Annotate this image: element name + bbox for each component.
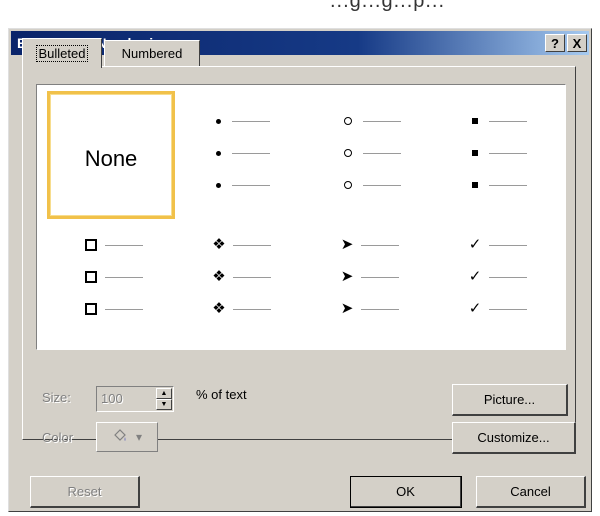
checkmark-icon: ✓	[468, 268, 482, 285]
bullet-line	[361, 244, 399, 246]
bullet-line	[363, 120, 401, 122]
chevron-down-icon: ▾	[135, 430, 143, 444]
filled-dot-icon	[216, 182, 221, 188]
four-diamond-icon: ❖	[212, 268, 226, 285]
bullet-style-four-diamond[interactable]: ❖ ❖ ❖	[175, 221, 303, 349]
spin-down-icon[interactable]: ▼	[156, 399, 172, 410]
filled-square-icon	[472, 118, 478, 124]
picture-button[interactable]: Picture...	[452, 384, 568, 416]
checkmark-icon: ✓	[468, 300, 482, 317]
cancel-button[interactable]: Cancel	[476, 476, 586, 508]
bullet-line	[489, 152, 527, 154]
hollow-square-icon	[85, 239, 97, 251]
bullet-line	[233, 244, 271, 246]
bullet-line	[233, 308, 271, 310]
arrowhead-icon: ➤	[340, 236, 354, 253]
bullet-style-filled-dot[interactable]	[175, 91, 303, 219]
bullet-line	[232, 120, 270, 122]
bullet-line	[489, 276, 527, 278]
size-spin-buttons: ▲ ▼	[156, 388, 172, 410]
color-picker-button[interactable]: ▾	[96, 422, 158, 452]
color-label: Color	[42, 430, 74, 445]
titlebar-buttons: ? X	[545, 34, 589, 52]
background-document-fragment: ...g...g...p...	[0, 0, 600, 28]
hollow-square-icon	[85, 271, 97, 283]
size-label: Size:	[42, 390, 71, 405]
bullet-style-filled-square[interactable]	[431, 91, 559, 219]
arrowhead-icon: ➤	[340, 300, 354, 317]
tab-bulleted[interactable]: Bulleted	[22, 38, 102, 68]
help-button[interactable]: ?	[545, 34, 565, 52]
checkmark-icon: ✓	[468, 236, 482, 253]
hollow-square-icon	[85, 303, 97, 315]
bullet-line	[361, 308, 399, 310]
four-diamond-icon: ❖	[212, 236, 226, 253]
bullet-line	[232, 152, 270, 154]
bullet-line	[233, 276, 271, 278]
bullet-line	[489, 184, 527, 186]
bullet-style-checkmark[interactable]: ✓ ✓ ✓	[431, 221, 559, 349]
hollow-circle-icon	[344, 181, 352, 189]
tab-numbered[interactable]: Numbered	[104, 40, 200, 66]
spin-up-icon[interactable]: ▲	[156, 388, 172, 399]
bullet-style-none[interactable]: None	[47, 91, 175, 219]
bullet-line	[232, 184, 270, 186]
bullet-style-arrowhead[interactable]: ➤ ➤ ➤	[303, 221, 431, 349]
ok-button[interactable]: OK	[350, 476, 462, 508]
four-diamond-icon: ❖	[212, 300, 226, 317]
hollow-circle-icon	[344, 149, 352, 157]
arrowhead-icon: ➤	[340, 268, 354, 285]
size-suffix: % of text	[196, 387, 247, 402]
filled-square-icon	[472, 150, 478, 156]
paint-bucket-icon	[112, 428, 130, 447]
close-button[interactable]: X	[567, 34, 587, 52]
filled-square-icon	[472, 182, 478, 188]
bullet-line	[361, 276, 399, 278]
hollow-circle-icon	[344, 117, 352, 125]
bullet-style-hollow-square[interactable]	[47, 221, 175, 349]
filled-dot-icon	[216, 150, 221, 156]
bullet-line	[363, 184, 401, 186]
filled-dot-icon	[216, 118, 221, 124]
size-stepper[interactable]: 100 ▲ ▼	[96, 386, 174, 412]
bullet-line	[363, 152, 401, 154]
bullet-line	[489, 120, 527, 122]
bullet-line	[105, 276, 143, 278]
tab-bulleted-label: Bulleted	[35, 45, 89, 62]
bullet-style-hollow-circle[interactable]	[303, 91, 431, 219]
bullet-line	[489, 244, 527, 246]
customize-button[interactable]: Customize...	[452, 422, 576, 454]
bullet-line	[489, 308, 527, 310]
tab-numbered-label: Numbered	[121, 46, 183, 61]
reset-button[interactable]: Reset	[30, 476, 140, 508]
bullet-line	[105, 308, 143, 310]
size-value: 100	[101, 391, 123, 406]
none-label: None	[84, 146, 138, 171]
background-text: ...g...g...p...	[330, 0, 446, 12]
bullet-line	[105, 244, 143, 246]
bullet-style-gallery: None ❖ ❖ ❖ ➤ ➤ ➤ ✓ ✓ ✓	[36, 84, 566, 350]
